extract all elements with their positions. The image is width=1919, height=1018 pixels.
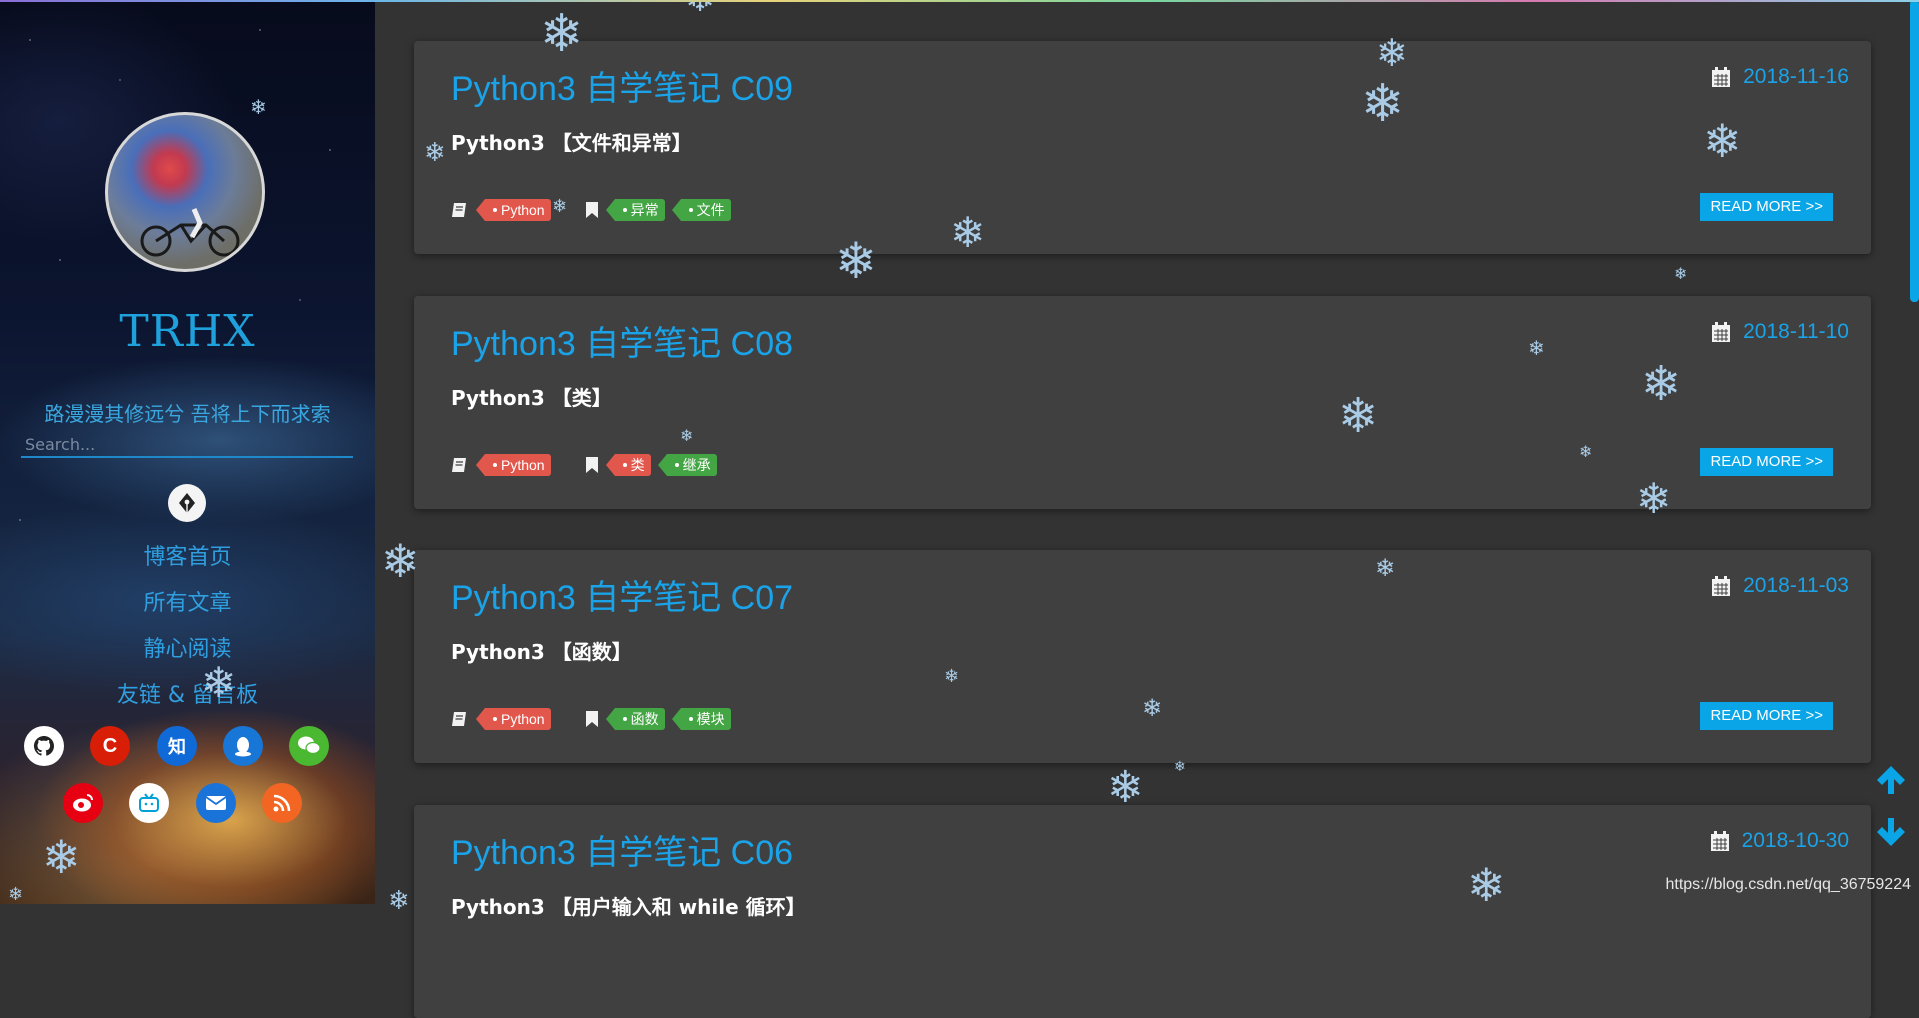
post-date: 2018-11-16 [1711, 65, 1849, 89]
blog-title: TRHX [119, 306, 256, 357]
envelope-icon [205, 796, 227, 810]
bilibili-icon[interactable] [129, 783, 169, 823]
post-subtitle: Python3 【函数】 [451, 640, 632, 664]
nav-item-friends[interactable]: 友链 & 留言板 [0, 674, 375, 720]
post-date-text: 2018-11-16 [1743, 65, 1849, 88]
category-tag[interactable]: Python [476, 454, 551, 476]
search-box [21, 432, 353, 458]
search-input[interactable] [21, 432, 353, 458]
post-list: Python3 自学笔记 C09 2018-11-16 Python3 【文件和… [375, 0, 1919, 1018]
post-title[interactable]: Python3 自学笔记 C07 [451, 570, 793, 619]
nav-item-archives[interactable]: 所有文章 [0, 582, 375, 628]
category-tag[interactable]: Python [476, 708, 551, 730]
read-more-button[interactable]: READ MORE >> [1700, 702, 1833, 730]
post-date-text: 2018-11-10 [1743, 320, 1849, 343]
zhihu-icon[interactable]: 知 [157, 726, 197, 766]
tag-item[interactable]: 继承 [657, 454, 717, 476]
penguin-icon [235, 737, 251, 757]
tag-item[interactable]: 文件 [671, 199, 731, 221]
csdn-label: C [102, 734, 118, 757]
post-date: 2018-11-03 [1711, 574, 1849, 598]
scroll-to-top-icon[interactable] [1873, 762, 1909, 798]
sidebar-nav: 博客首页 所有文章 静心阅读 友链 & 留言板 [0, 536, 375, 720]
book-icon [452, 203, 466, 217]
scrollbar-thumb[interactable] [1910, 0, 1919, 302]
watermark-url: https://blog.csdn.net/qq_36759224 [1665, 876, 1911, 893]
chat-bubbles-icon [298, 736, 321, 755]
site-logo-icon[interactable] [168, 484, 206, 522]
post-title[interactable]: Python3 自学笔记 C09 [451, 61, 793, 110]
tag-item[interactable]: 模块 [671, 708, 731, 730]
blog-motto: 路漫漫其修远兮 吾将上下而求索 [44, 402, 331, 426]
nav-item-home[interactable]: 博客首页 [0, 536, 375, 582]
avatar[interactable] [105, 112, 265, 272]
post-subtitle: Python3 【类】 [451, 386, 612, 410]
nav-item-reading[interactable]: 静心阅读 [0, 628, 375, 674]
weibo-eye-icon [73, 794, 93, 812]
post-meta: Python 类 继承 [451, 454, 717, 476]
tag-item[interactable]: 异常 [605, 199, 665, 221]
wechat-icon[interactable] [289, 726, 329, 766]
email-icon[interactable] [196, 783, 236, 823]
pen-nib-icon [179, 493, 195, 513]
qq-icon[interactable] [223, 726, 263, 766]
sidebar: TRHX 路漫漫其修远兮 吾将上下而求索 博客首页 所有文章 静心阅读 友链 &… [0, 0, 375, 904]
post-card: Python3 自学笔记 C08 2018-11-10 Python3 【类】 … [414, 296, 1871, 509]
post-date: 2018-11-10 [1711, 320, 1849, 344]
post-title[interactable]: Python3 自学笔记 C08 [451, 316, 793, 365]
rss-icon[interactable] [262, 783, 302, 823]
scrollbar[interactable] [1910, 0, 1919, 904]
weibo-icon[interactable] [63, 783, 103, 823]
tag-item[interactable]: 函数 [605, 708, 665, 730]
post-subtitle: Python3 【用户输入和 while 循环】 [451, 895, 806, 919]
top-color-line [0, 0, 1919, 2]
post-meta: Python 函数 模块 [451, 708, 731, 730]
calendar-icon [1710, 831, 1729, 851]
post-title[interactable]: Python3 自学笔记 C06 [451, 825, 793, 874]
book-icon [452, 712, 466, 726]
github-cat-icon [34, 736, 55, 756]
bookmark-icon [585, 457, 598, 473]
bookmark-icon [585, 202, 598, 218]
bookmark-icon [585, 711, 598, 727]
zhihu-label: 知 [168, 737, 186, 758]
calendar-icon [1712, 67, 1731, 87]
read-more-button[interactable]: READ MORE >> [1700, 448, 1833, 476]
cyclist-image [140, 208, 240, 257]
post-card: Python3 自学笔记 C07 2018-11-03 Python3 【函数】… [414, 550, 1871, 763]
book-icon [452, 458, 466, 472]
calendar-icon [1712, 322, 1731, 342]
post-subtitle: Python3 【文件和异常】 [451, 131, 692, 155]
csdn-icon[interactable]: C [90, 726, 130, 766]
post-meta: Python 异常 文件 [451, 199, 731, 221]
post-date-text: 2018-10-30 [1741, 829, 1849, 852]
post-date: 2018-10-30 [1710, 829, 1849, 853]
post-date-text: 2018-11-03 [1743, 574, 1849, 597]
rss-feed-icon [273, 794, 291, 812]
post-card: Python3 自学笔记 C06 2018-10-30 Python3 【用户输… [414, 805, 1871, 1018]
github-icon[interactable] [24, 726, 64, 766]
tag-item[interactable]: 类 [605, 454, 651, 476]
tv-icon [139, 793, 159, 812]
calendar-icon [1712, 576, 1731, 596]
scroll-to-bottom-icon[interactable] [1873, 814, 1909, 850]
category-tag[interactable]: Python [476, 199, 551, 221]
post-card: Python3 自学笔记 C09 2018-11-16 Python3 【文件和… [414, 41, 1871, 254]
read-more-button[interactable]: READ MORE >> [1700, 193, 1833, 221]
